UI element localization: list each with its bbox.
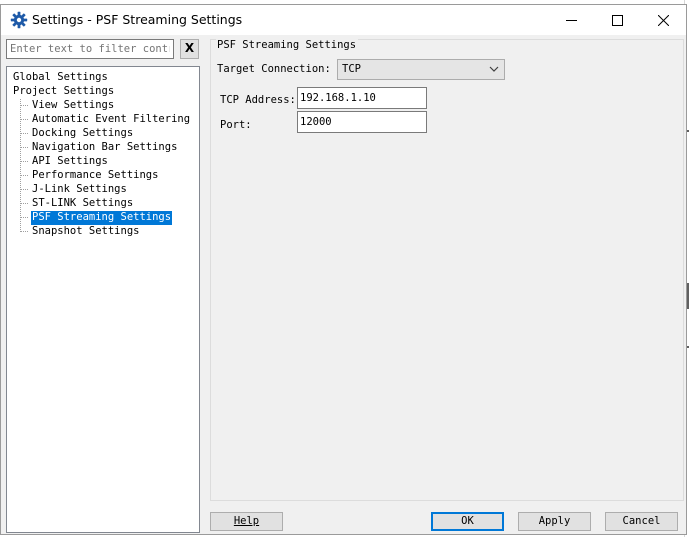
- tree-item-api-settings[interactable]: API Settings: [31, 155, 109, 169]
- help-button[interactable]: Help: [210, 512, 283, 531]
- tree-item-docking-settings[interactable]: Docking Settings: [31, 127, 134, 141]
- psf-streaming-group: [210, 39, 684, 501]
- settings-dialog: Settings - PSF Streaming Settings X: [0, 4, 687, 535]
- tree-item-view-settings[interactable]: View Settings: [31, 99, 115, 113]
- tree-item-performance-settings[interactable]: Performance Settings: [31, 169, 159, 183]
- tree-item-jlink-settings[interactable]: J-Link Settings: [31, 183, 128, 197]
- port-label: Port:: [220, 119, 252, 131]
- maximize-icon: [611, 14, 623, 26]
- clear-filter-button[interactable]: X: [180, 39, 199, 59]
- port-field[interactable]: [297, 111, 427, 133]
- tree-item-snapshot-settings[interactable]: Snapshot Settings: [31, 225, 140, 239]
- tree-item-global-settings[interactable]: Global Settings: [12, 71, 109, 85]
- gear-icon: [10, 11, 28, 29]
- minimize-button[interactable]: [548, 5, 594, 35]
- chevron-down-icon: [489, 66, 499, 72]
- tree-item-automatic-event-filtering[interactable]: Automatic Event Filtering: [31, 113, 191, 127]
- maximize-button[interactable]: [594, 5, 640, 35]
- tree-item-navigation-bar-settings[interactable]: Navigation Bar Settings: [31, 141, 178, 155]
- close-button[interactable]: [640, 5, 686, 35]
- apply-button[interactable]: Apply: [518, 512, 591, 531]
- window-title: Settings - PSF Streaming Settings: [32, 12, 243, 27]
- help-button-label: Help: [233, 515, 260, 527]
- title-bar: Settings - PSF Streaming Settings: [1, 5, 686, 35]
- tcp-address-field[interactable]: [297, 87, 427, 109]
- filter-input[interactable]: [6, 39, 174, 59]
- tree-item-stlink-settings[interactable]: ST-LINK Settings: [31, 197, 134, 211]
- close-icon: [657, 14, 669, 26]
- tree-item-psf-streaming-settings[interactable]: PSF Streaming Settings: [29, 210, 174, 226]
- cancel-button[interactable]: Cancel: [605, 512, 678, 531]
- settings-tree[interactable]: Global Settings Project Settings View Se…: [6, 66, 200, 533]
- target-connection-label: Target Connection:: [217, 63, 331, 75]
- tcp-address-label: TCP Address:: [220, 94, 296, 106]
- tree-item-project-settings[interactable]: Project Settings: [12, 85, 115, 99]
- target-connection-select[interactable]: TCP: [337, 59, 505, 80]
- minimize-icon: [565, 19, 577, 21]
- target-connection-value: TCP: [342, 63, 361, 75]
- group-title: PSF Streaming Settings: [216, 39, 359, 51]
- ok-button[interactable]: OK: [431, 512, 504, 531]
